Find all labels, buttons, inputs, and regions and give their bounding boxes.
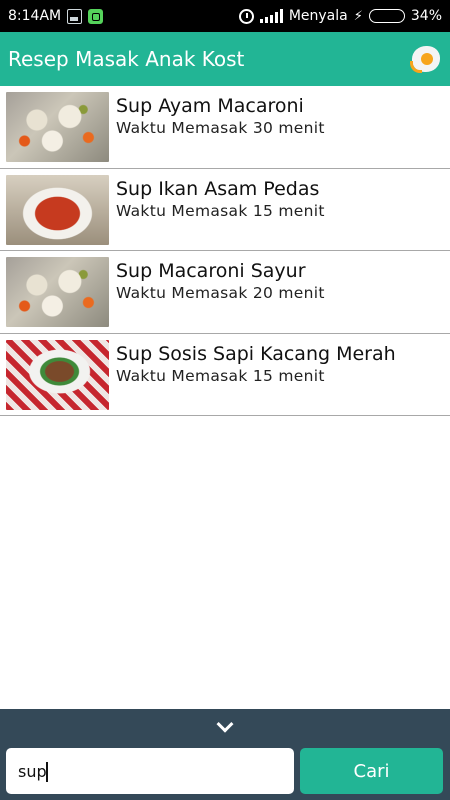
recipe-thumbnail — [6, 92, 109, 162]
recipe-cook-time: Waktu Memasak 20 menit — [116, 284, 325, 302]
recipe-item[interactable]: Sup Ikan Asam Pedas Waktu Memasak 15 men… — [0, 169, 450, 251]
battery-percent: 34% — [410, 8, 442, 24]
chevron-down-icon[interactable] — [213, 717, 237, 737]
recipe-title: Sup Ayam Macaroni — [116, 95, 304, 117]
recipe-item[interactable]: Sup Ayam Macaroni Waktu Memasak 30 menit — [0, 86, 450, 169]
image-notification-icon — [67, 8, 83, 24]
recipe-title: Sup Ikan Asam Pedas — [116, 177, 320, 200]
recipe-item[interactable]: Sup Macaroni Sayur Waktu Memasak 20 meni… — [0, 251, 450, 334]
recipe-item[interactable]: Sup Sosis Sapi Kacang Merah Waktu Memasa… — [0, 334, 450, 416]
text-cursor — [46, 762, 48, 782]
search-button[interactable]: Cari — [300, 748, 443, 794]
carrier-name: Menyala — [288, 8, 348, 24]
recipe-cook-time: Waktu Memasak 30 menit — [116, 119, 325, 137]
recipe-title: Sup Macaroni Sayur — [116, 260, 306, 282]
charging-icon: ⚡ — [353, 8, 363, 24]
recipe-title: Sup Sosis Sapi Kacang Merah — [116, 342, 396, 365]
recipe-cook-time: Waktu Memasak 15 menit — [116, 366, 325, 385]
battery-icon — [368, 9, 405, 23]
search-input[interactable] — [6, 748, 294, 794]
status-bar: 8:14AM Menyala ⚡ 34% — [0, 0, 450, 32]
app-notification-icon — [88, 8, 104, 24]
recipe-thumbnail — [6, 257, 109, 327]
recipe-list: Sup Ayam Macaroni Waktu Memasak 30 menit… — [0, 86, 450, 416]
app-bar: Resep Masak Anak Kost — [0, 32, 450, 86]
signal-icon — [259, 9, 283, 23]
recipe-cook-time: Waktu Memasak 15 menit — [116, 201, 325, 220]
alarm-icon — [238, 8, 254, 24]
recipe-thumbnail — [6, 339, 109, 410]
recipe-thumbnail — [6, 174, 109, 245]
fried-egg-icon[interactable] — [410, 43, 442, 75]
app-title: Resep Masak Anak Kost — [8, 47, 245, 71]
status-time: 8:14AM — [8, 8, 62, 24]
